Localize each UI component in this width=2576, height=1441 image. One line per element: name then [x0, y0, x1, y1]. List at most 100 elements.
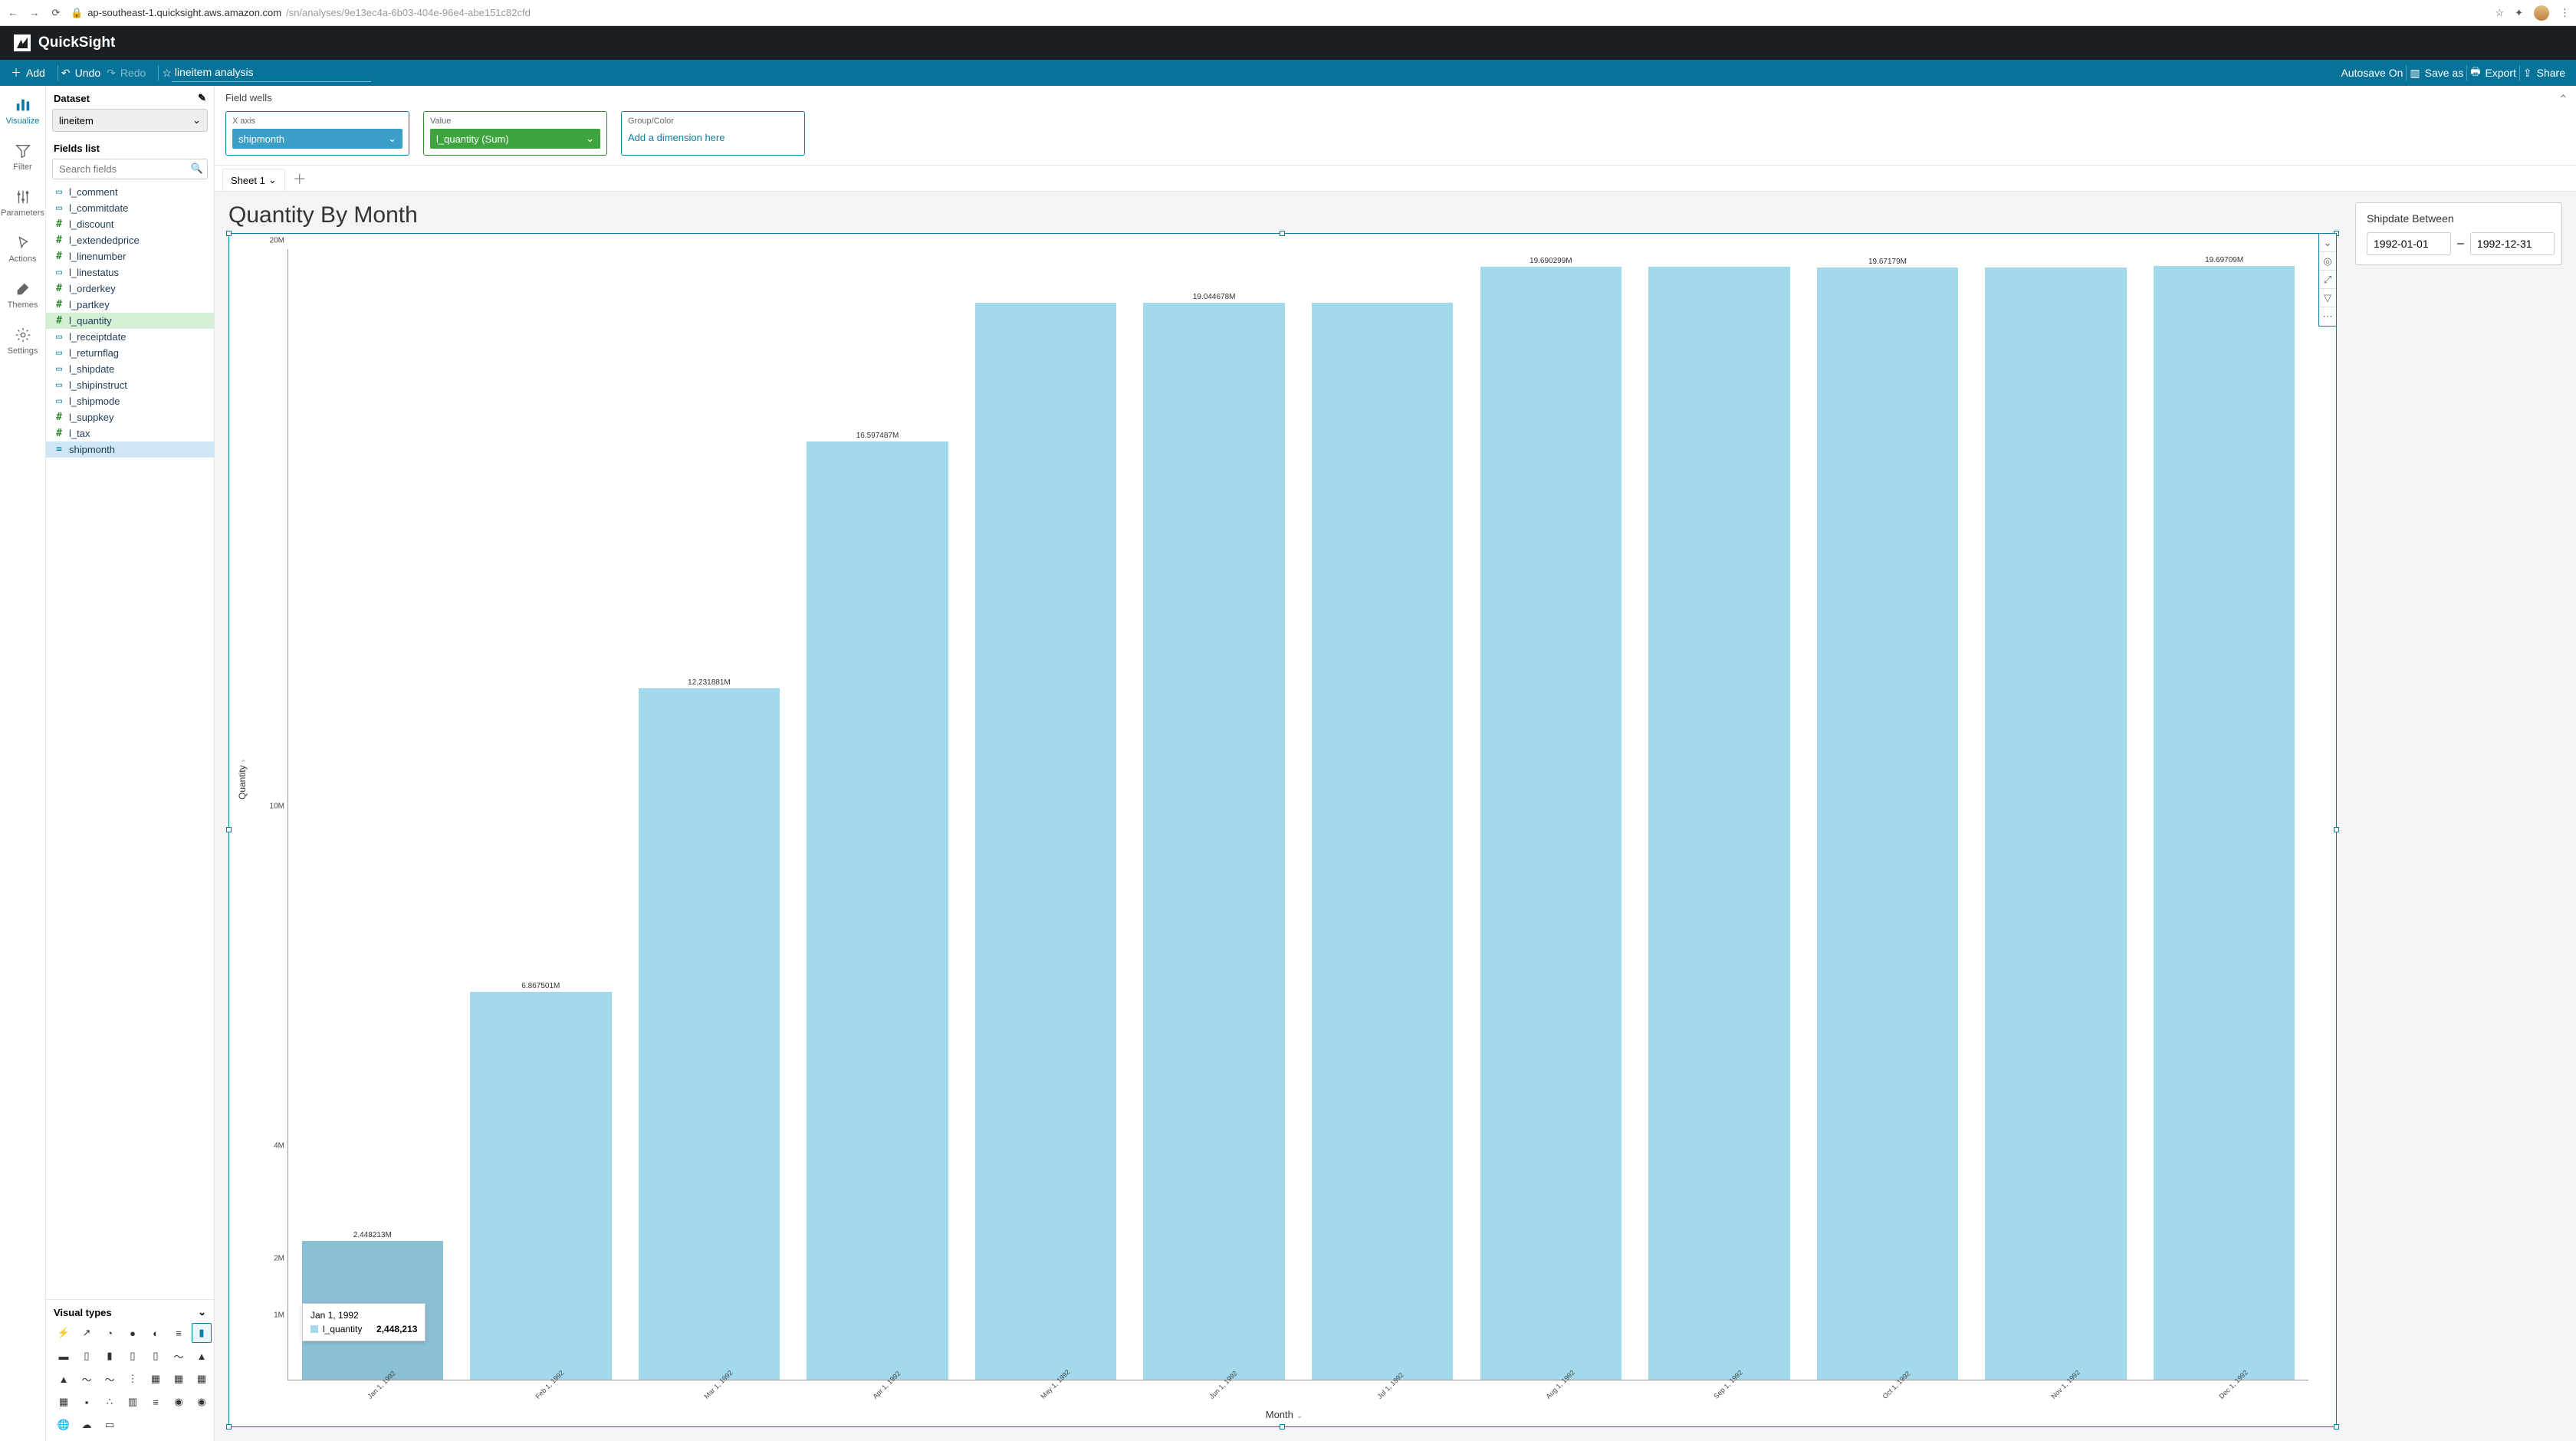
- bar[interactable]: [1312, 303, 1453, 1380]
- bar[interactable]: 16.597487M: [807, 441, 948, 1380]
- visual-type-option[interactable]: ◉: [169, 1392, 189, 1412]
- visual-type-option[interactable]: 〜: [77, 1369, 97, 1389]
- filter-date-to-input[interactable]: [2470, 232, 2555, 255]
- bar[interactable]: [1985, 268, 2126, 1380]
- bar[interactable]: [975, 303, 1116, 1380]
- visual-type-option[interactable]: ▯: [146, 1346, 166, 1366]
- favorite-toggle[interactable]: ☆: [162, 67, 172, 80]
- visual-type-option[interactable]: ▦: [169, 1369, 189, 1389]
- fields-search-input[interactable]: [52, 159, 208, 179]
- well-value[interactable]: Value l_quantity (Sum)⌄: [423, 111, 607, 156]
- visual-type-option[interactable]: ▮: [192, 1323, 212, 1343]
- bar[interactable]: 6.867501M: [470, 992, 611, 1380]
- visual-menu-icon[interactable]: ⌄: [2319, 234, 2336, 252]
- bookmark-star-icon[interactable]: ☆: [2495, 7, 2504, 19]
- browser-url-bar[interactable]: 🔒 ap-southeast-1.quicksight.aws.amazon.c…: [71, 7, 2487, 19]
- quicksight-logo-icon[interactable]: [14, 34, 31, 51]
- saveas-button[interactable]: ▥Save as: [2410, 67, 2463, 80]
- visual-type-option[interactable]: ▯: [77, 1346, 97, 1366]
- redo-button[interactable]: ↷Redo: [107, 67, 146, 80]
- resize-handle[interactable]: [226, 827, 232, 832]
- visual-type-option[interactable]: ▯: [123, 1346, 143, 1366]
- resize-handle[interactable]: [226, 1424, 232, 1430]
- field-item-l_linenumber[interactable]: #l_linenumber: [46, 248, 214, 264]
- resize-handle[interactable]: [2334, 1424, 2339, 1430]
- visual-type-option[interactable]: ≡: [169, 1323, 189, 1343]
- visual-type-option[interactable]: [146, 1415, 166, 1435]
- visual-type-option[interactable]: ◉: [192, 1392, 212, 1412]
- visual-type-option[interactable]: ◔: [100, 1323, 120, 1343]
- visual-type-option[interactable]: ☁: [77, 1415, 97, 1435]
- visual-type-option[interactable]: ▦: [54, 1392, 74, 1412]
- field-item-l_shipinstruct[interactable]: ▭l_shipinstruct: [46, 377, 214, 393]
- field-item-l_shipmode[interactable]: ▭l_shipmode: [46, 393, 214, 409]
- visual-type-option[interactable]: 〜: [169, 1346, 189, 1366]
- visual-type-option[interactable]: [169, 1415, 189, 1435]
- visual-more-icon[interactable]: ⋯: [2319, 307, 2336, 326]
- field-item-l_discount[interactable]: #l_discount: [46, 216, 214, 232]
- rail-themes[interactable]: Themes: [0, 277, 45, 313]
- field-item-l_receiptdate[interactable]: ▭l_receiptdate: [46, 329, 214, 345]
- x-axis-title[interactable]: Month⌄: [260, 1409, 2308, 1420]
- browser-back-button[interactable]: ←: [6, 7, 20, 18]
- field-item-l_tax[interactable]: #l_tax: [46, 425, 214, 441]
- rail-settings[interactable]: Settings: [0, 323, 45, 359]
- chevron-double-down-icon[interactable]: ⌄: [198, 1306, 206, 1318]
- filter-date-from-input[interactable]: [2367, 232, 2451, 255]
- visual-type-option[interactable]: ▲: [192, 1346, 212, 1366]
- visual-title[interactable]: Quantity By Month: [228, 202, 2337, 228]
- visual-type-option[interactable]: ▥: [123, 1392, 143, 1412]
- visual-frame[interactable]: ⌄ ◎ ⤢ ▽ ⋯ Quantity› 1M2M4M10M20M 2.44821…: [228, 233, 2337, 1427]
- bar[interactable]: [1648, 267, 1789, 1380]
- bar[interactable]: 19.044678M: [1143, 303, 1284, 1380]
- chip-x-axis[interactable]: shipmonth⌄: [232, 129, 402, 149]
- visual-filter-icon[interactable]: ▽: [2319, 289, 2336, 307]
- visual-type-option[interactable]: 🌐: [54, 1415, 74, 1435]
- visual-type-option[interactable]: ≡: [146, 1392, 166, 1412]
- bar[interactable]: 19.690299M: [1480, 267, 1622, 1380]
- browser-reload-button[interactable]: ⟳: [49, 7, 63, 19]
- visual-type-option[interactable]: ▬: [54, 1346, 74, 1366]
- visual-type-option[interactable]: ⚡: [54, 1323, 74, 1343]
- bar[interactable]: 19.67179M: [1817, 268, 1958, 1380]
- field-item-l_orderkey[interactable]: #l_orderkey: [46, 281, 214, 297]
- collapse-field-wells-icon[interactable]: ⌃: [2558, 92, 2568, 107]
- visual-type-option[interactable]: ▭: [100, 1415, 120, 1435]
- visual-focus-icon[interactable]: ◎: [2319, 252, 2336, 271]
- field-item-l_shipdate[interactable]: ▭l_shipdate: [46, 361, 214, 377]
- autosave-toggle[interactable]: Autosave On: [2341, 67, 2403, 79]
- well-x-axis[interactable]: X axis shipmonth⌄: [225, 111, 409, 156]
- rail-parameters[interactable]: Parameters: [0, 185, 45, 221]
- undo-button[interactable]: ↶Undo: [61, 67, 100, 80]
- field-item-l_extendedprice[interactable]: #l_extendedprice: [46, 232, 214, 248]
- field-item-l_quantity[interactable]: #l_quantity: [46, 313, 214, 329]
- field-item-l_comment[interactable]: ▭l_comment: [46, 184, 214, 200]
- visual-type-option[interactable]: ▮: [100, 1346, 120, 1366]
- resize-handle[interactable]: [2334, 827, 2339, 832]
- visual-type-option[interactable]: ∴: [100, 1392, 120, 1412]
- rail-actions[interactable]: Actions: [0, 231, 45, 267]
- browser-menu-icon[interactable]: ⋮: [2560, 7, 2570, 19]
- sheet-tab-1[interactable]: Sheet 1 ⌄: [222, 169, 285, 191]
- field-item-shipmonth[interactable]: =shipmonth: [46, 441, 214, 458]
- add-button[interactable]: ＋Add: [11, 65, 45, 80]
- field-item-l_suppkey[interactable]: #l_suppkey: [46, 409, 214, 425]
- share-button[interactable]: ⇪Share: [2523, 67, 2565, 80]
- visual-type-option[interactable]: [192, 1415, 212, 1435]
- field-item-l_commitdate[interactable]: ▭l_commitdate: [46, 200, 214, 216]
- well-group[interactable]: Group/Color Add a dimension here: [621, 111, 805, 156]
- add-sheet-button[interactable]: ＋: [293, 169, 307, 189]
- profile-avatar[interactable]: [2534, 5, 2549, 21]
- bar[interactable]: 12.231881M: [639, 688, 780, 1380]
- visual-type-option[interactable]: 〜: [100, 1369, 120, 1389]
- resize-handle[interactable]: [226, 231, 232, 236]
- field-item-l_linestatus[interactable]: ▭l_linestatus: [46, 264, 214, 281]
- bar[interactable]: 19.69709M: [2154, 266, 2295, 1380]
- analysis-title-input[interactable]: [172, 64, 371, 82]
- resize-handle[interactable]: [1280, 1424, 1285, 1430]
- visual-type-option[interactable]: ▪: [77, 1392, 97, 1412]
- browser-forward-button[interactable]: →: [28, 7, 41, 18]
- visual-type-option[interactable]: ◐: [146, 1323, 166, 1343]
- resize-handle[interactable]: [1280, 231, 1285, 236]
- visual-expand-icon[interactable]: ⤢: [2319, 271, 2336, 289]
